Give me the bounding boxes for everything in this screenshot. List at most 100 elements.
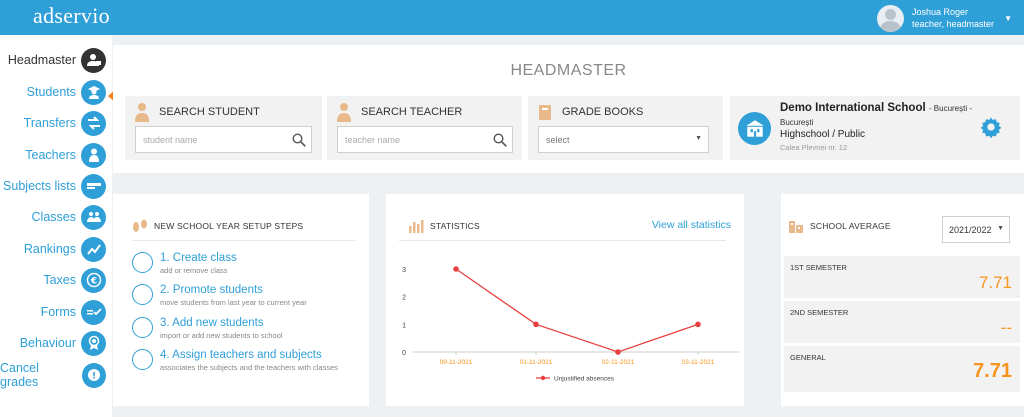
school-year-select[interactable]: 2021/2022 ▼ — [942, 216, 1010, 243]
sidebar-item-headmaster[interactable]: Headmaster — [0, 46, 112, 74]
medal-icon — [81, 330, 106, 356]
search-icon[interactable] — [292, 133, 306, 147]
search-icon[interactable] — [493, 133, 507, 147]
step-link[interactable]: 3. Add new students — [160, 317, 264, 329]
logo[interactable]: adservio — [33, 3, 110, 29]
setup-steps-header: NEW SCHOOL YEAR SETUP STEPS — [132, 219, 303, 233]
gear-icon[interactable] — [980, 116, 1002, 138]
sidebar-item-students[interactable]: Students — [0, 78, 112, 106]
sidebar-item-teachers[interactable]: Teachers — [0, 141, 112, 169]
sidebar-item-cancel-grades[interactable]: Cancel grades ! — [0, 361, 112, 389]
average-value: 7.71 — [978, 273, 1012, 292]
average-row-general: GENERAL 7.71 — [784, 346, 1020, 392]
classes-icon — [81, 204, 106, 230]
y-tick-label: 1 — [402, 322, 406, 329]
user-info: Joshua Roger teacher, headmaster — [912, 6, 994, 30]
x-tick-label: 03-11-2021 — [682, 359, 715, 366]
step-description: associates the subjects and the teachers… — [160, 363, 339, 372]
average-row: 1ST SEMESTER 7.71 — [784, 256, 1020, 298]
average-value: -- — [1000, 318, 1012, 337]
school-average-panel: SCHOOL AVERAGE 2021/2022 ▼ 1ST SEMESTER … — [781, 194, 1024, 406]
average-label: GENERAL — [790, 353, 826, 362]
sidebar-item-rankings[interactable]: Rankings — [0, 235, 112, 263]
user-name: Joshua Roger — [911, 7, 968, 17]
page-title: HEADMASTER — [510, 62, 627, 79]
y-tick-label: 3 — [402, 267, 406, 274]
x-tick-label: 02-11-2021 — [602, 359, 635, 366]
student-icon — [81, 79, 106, 105]
search-student-input[interactable] — [136, 127, 311, 152]
data-point — [695, 321, 701, 328]
data-point — [453, 266, 459, 272]
grade-books-header: GRADE BOOKS — [538, 102, 643, 122]
sidebar-item-label: Headmaster — [7, 53, 76, 67]
cancel-grades-icon: ! — [82, 362, 106, 388]
sidebar-item-behaviour[interactable]: Behaviour — [0, 329, 112, 357]
search-teacher-header: SEARCH TEACHER — [337, 102, 462, 122]
search-teacher-input[interactable] — [338, 127, 512, 152]
sidebar-item-label: Forms — [40, 305, 76, 319]
chevron-down-icon: ▼ — [695, 135, 702, 142]
step-checkbox[interactable] — [132, 317, 153, 338]
step-description: add or remove class — [160, 266, 228, 275]
headmaster-panel: HEADMASTER SEARCH STUDENT SEARCH TEACHER… — [113, 45, 1024, 173]
school-city-line: București — [780, 118, 814, 127]
step-link[interactable]: 4. Assign teachers and subjects — [160, 349, 322, 361]
sidebar-item-label: Teachers — [25, 148, 76, 162]
search-student-label: SEARCH STUDENT — [159, 106, 260, 118]
chevron-down-icon: ▼ — [997, 225, 1004, 232]
svg-text:!: ! — [92, 372, 96, 382]
search-teacher-label: SEARCH TEACHER — [361, 106, 463, 118]
step-link[interactable]: 1. Create class — [160, 252, 237, 264]
school-average-title: SCHOOL AVERAGE — [810, 221, 891, 231]
top-bar: adservio Joshua Roger teacher, headmaste… — [0, 0, 1024, 35]
setup-steps-title: NEW SCHOOL YEAR SETUP STEPS — [154, 221, 304, 231]
book-icon — [539, 105, 551, 120]
setup-steps-panel: NEW SCHOOL YEAR SETUP STEPS 1. Create cl… — [113, 194, 369, 406]
user-role: teacher, headmaster — [911, 19, 994, 29]
headmaster-icon — [81, 47, 106, 73]
grade-books-label: GRADE BOOKS — [562, 106, 644, 118]
school-city: - București - — [928, 104, 973, 113]
sidebar-item-subjects-lists[interactable]: Subjects lists — [0, 172, 112, 200]
step-checkbox[interactable] — [132, 284, 153, 305]
sidebar-item-label: Behaviour — [19, 336, 76, 350]
sidebar-item-transfers[interactable]: Transfers — [0, 109, 112, 137]
sidebar-item-classes[interactable]: Classes — [0, 203, 112, 231]
avatar — [876, 4, 904, 32]
transfer-arrows-icon — [81, 110, 106, 136]
step-link[interactable]: 2. Promote students — [160, 284, 263, 296]
chevron-down-icon[interactable]: ▼ — [1004, 14, 1012, 23]
average-value: 7.71 — [973, 360, 1012, 382]
y-tick-label: 0 — [402, 350, 406, 357]
legend-marker — [540, 375, 546, 381]
sidebar-item-label: Rankings — [23, 242, 76, 256]
sidebar-item-label: Students — [26, 85, 76, 99]
sidebar-item-label: Taxes — [43, 273, 76, 287]
search-teacher-card: SEARCH TEACHER — [327, 96, 522, 160]
user-menu[interactable]: Joshua Roger teacher, headmaster ▼ — [876, 4, 1012, 32]
teacher-figure-icon — [337, 103, 351, 122]
sidebar-item-taxes[interactable]: Taxes € — [0, 266, 112, 294]
average-row: 2ND SEMESTER -- — [784, 301, 1020, 343]
sidebar-item-label: Transfers — [23, 116, 76, 130]
school-icon — [789, 221, 803, 233]
sidebar-item-label: Cancel grades — [0, 361, 39, 389]
statistics-line-chart: 0 1 2 3 09-11-2021 01-11-2021 02-11-2021 03-11-… — [402, 266, 739, 383]
legend-label: Unjustified absences — [554, 376, 615, 383]
sidebar-item-label: Subjects lists — [3, 179, 76, 193]
divider — [132, 240, 355, 241]
step-description: move students from last year to current … — [160, 298, 307, 307]
footsteps-icon — [133, 219, 147, 232]
x-tick-label: 09-11-2021 — [440, 359, 473, 366]
school-building-icon — [738, 112, 771, 145]
step-description: import or add new students to school — [160, 331, 283, 340]
step-checkbox[interactable] — [132, 349, 153, 370]
svg-text:€: € — [89, 277, 96, 287]
step-checkbox[interactable] — [132, 252, 153, 273]
grade-books-select[interactable]: select ▼ — [538, 126, 709, 153]
school-address: Calea Plevnei nr. 12 — [780, 143, 848, 152]
sidebar-item-forms[interactable]: Forms — [0, 298, 112, 326]
school-info-card: Demo International School - București - … — [730, 96, 1020, 160]
student-figure-icon — [135, 103, 149, 122]
